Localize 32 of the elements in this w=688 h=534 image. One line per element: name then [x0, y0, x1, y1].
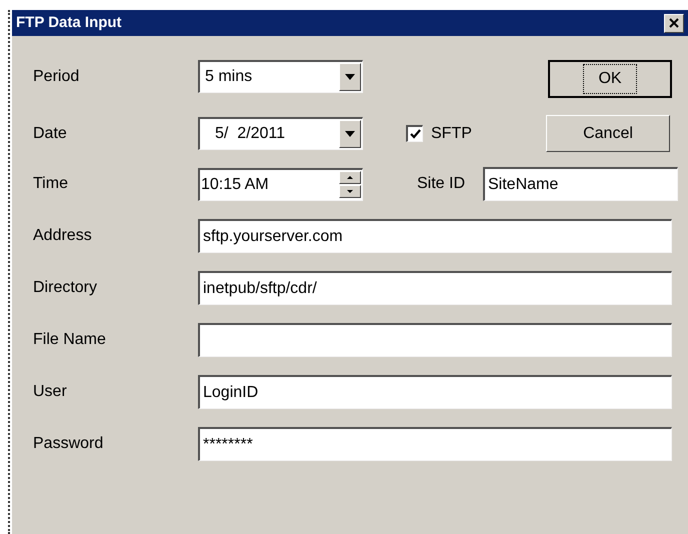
caret-icon — [345, 74, 355, 80]
up-arrow-icon — [347, 176, 353, 179]
dropdown-field[interactable]: 5 mins — [198, 60, 363, 93]
field-label: Time — [33, 174, 69, 194]
site-id-field[interactable]: SiteName — [483, 167, 678, 201]
field-label: File Name — [33, 330, 107, 350]
field-label: Site ID — [417, 174, 466, 194]
input-field[interactable] — [198, 323, 672, 357]
spin-buttons[interactable] — [339, 171, 361, 198]
down-arrow-icon — [347, 190, 353, 193]
input-field[interactable]: ******** — [198, 427, 672, 461]
input-field[interactable]: inetpub/sftp/cdr/ — [198, 271, 672, 305]
dropdown-field[interactable]: 5/ 2/2011 — [198, 117, 363, 150]
input-field[interactable]: sftp.yourserver.com — [198, 219, 672, 253]
ok-button[interactable]: OK — [548, 60, 672, 98]
sftp-checkbox[interactable]: SFTP — [406, 122, 546, 146]
close-icon — [669, 18, 679, 28]
field-label: Password — [33, 434, 104, 454]
caret-icon — [345, 131, 355, 137]
field-label: Date — [33, 124, 68, 144]
input-field[interactable]: LoginID — [198, 375, 672, 409]
time-field[interactable]: 10:15 AM — [198, 168, 363, 200]
field-label: Address — [33, 226, 93, 246]
window-title: FTP Data Input — [16, 12, 122, 33]
field-label: Directory — [33, 278, 98, 298]
field-label: User — [33, 382, 68, 402]
dropdown-button[interactable] — [339, 63, 361, 91]
dropdown-button[interactable] — [339, 120, 361, 148]
close-button[interactable] — [664, 14, 684, 32]
cancel-button[interactable]: Cancel — [546, 115, 670, 152]
field-label: Period — [33, 66, 80, 86]
check-icon — [410, 129, 420, 139]
